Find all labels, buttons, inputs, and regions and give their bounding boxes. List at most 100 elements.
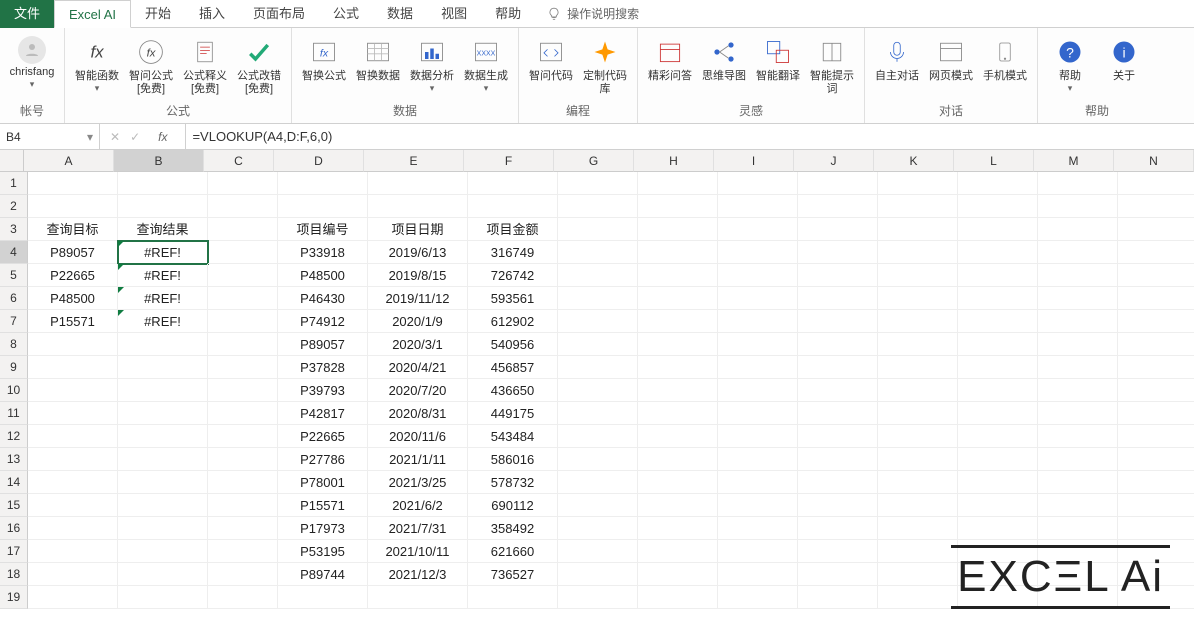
cell-I4[interactable] <box>718 241 798 264</box>
cell-J6[interactable] <box>798 287 878 310</box>
cell-I9[interactable] <box>718 356 798 379</box>
cell-I1[interactable] <box>718 172 798 195</box>
cell-D6[interactable]: P46430 <box>278 287 368 310</box>
cell-C18[interactable] <box>208 563 278 586</box>
cell-K11[interactable] <box>878 402 958 425</box>
cell-A9[interactable] <box>28 356 118 379</box>
cell-B3[interactable]: 查询结果 <box>118 218 208 241</box>
cell-J19[interactable] <box>798 586 878 609</box>
ask-formula-button[interactable]: fx 智问公式 [免费] <box>127 34 175 96</box>
cell-E7[interactable]: 2020/1/9 <box>368 310 468 333</box>
cell-G3[interactable] <box>558 218 638 241</box>
cell-E2[interactable] <box>368 195 468 218</box>
enter-icon[interactable]: ✓ <box>130 130 140 144</box>
cell-N5[interactable] <box>1118 264 1194 287</box>
cell-H7[interactable] <box>638 310 718 333</box>
cell-C9[interactable] <box>208 356 278 379</box>
ask-code-button[interactable]: 智问代码 <box>527 34 575 83</box>
cell-D1[interactable] <box>278 172 368 195</box>
cell-F3[interactable]: 项目金额 <box>468 218 558 241</box>
cell-F11[interactable]: 449175 <box>468 402 558 425</box>
tab-view[interactable]: 视图 <box>427 0 481 28</box>
row-header-19[interactable]: 19 <box>0 586 28 609</box>
cell-L6[interactable] <box>958 287 1038 310</box>
cell-M10[interactable] <box>1038 379 1118 402</box>
cell-A18[interactable] <box>28 563 118 586</box>
cell-I5[interactable] <box>718 264 798 287</box>
account-button[interactable]: chrisfang ▾ <box>8 34 56 90</box>
cell-M3[interactable] <box>1038 218 1118 241</box>
web-mode-button[interactable]: 网页模式 <box>927 34 975 83</box>
cell-I19[interactable] <box>718 586 798 609</box>
cell-K2[interactable] <box>878 195 958 218</box>
cell-B12[interactable] <box>118 425 208 448</box>
cell-G17[interactable] <box>558 540 638 563</box>
cell-M14[interactable] <box>1038 471 1118 494</box>
cell-N7[interactable] <box>1118 310 1194 333</box>
cell-H17[interactable] <box>638 540 718 563</box>
col-header-B[interactable]: B <box>114 150 204 172</box>
cell-M8[interactable] <box>1038 333 1118 356</box>
row-header-7[interactable]: 7 <box>0 310 28 333</box>
col-header-A[interactable]: A <box>24 150 114 172</box>
cell-M11[interactable] <box>1038 402 1118 425</box>
cell-H15[interactable] <box>638 494 718 517</box>
cell-D18[interactable]: P89744 <box>278 563 368 586</box>
cell-M9[interactable] <box>1038 356 1118 379</box>
cell-A11[interactable] <box>28 402 118 425</box>
cell-A5[interactable]: P22665 <box>28 264 118 287</box>
cell-A7[interactable]: P15571 <box>28 310 118 333</box>
cell-E10[interactable]: 2020/7/20 <box>368 379 468 402</box>
cell-C5[interactable] <box>208 264 278 287</box>
cell-F7[interactable]: 612902 <box>468 310 558 333</box>
cell-C16[interactable] <box>208 517 278 540</box>
cell-K7[interactable] <box>878 310 958 333</box>
cell-N9[interactable] <box>1118 356 1194 379</box>
cell-M4[interactable] <box>1038 241 1118 264</box>
cell-A6[interactable]: P48500 <box>28 287 118 310</box>
row-header-16[interactable]: 16 <box>0 517 28 540</box>
cell-B2[interactable] <box>118 195 208 218</box>
row-header-4[interactable]: 4 <box>0 241 28 264</box>
cell-G11[interactable] <box>558 402 638 425</box>
cell-D10[interactable]: P39793 <box>278 379 368 402</box>
col-header-H[interactable]: H <box>634 150 714 172</box>
cell-E11[interactable]: 2020/8/31 <box>368 402 468 425</box>
cell-G2[interactable] <box>558 195 638 218</box>
cell-B8[interactable] <box>118 333 208 356</box>
cell-F15[interactable]: 690112 <box>468 494 558 517</box>
cell-F6[interactable]: 593561 <box>468 287 558 310</box>
cell-N2[interactable] <box>1118 195 1194 218</box>
cell-J2[interactable] <box>798 195 878 218</box>
cell-J7[interactable] <box>798 310 878 333</box>
cell-E17[interactable]: 2021/10/11 <box>368 540 468 563</box>
cell-L1[interactable] <box>958 172 1038 195</box>
translate-button[interactable]: 智能翻译 <box>754 34 802 83</box>
cell-E15[interactable]: 2021/6/2 <box>368 494 468 517</box>
cell-K19[interactable] <box>878 586 958 609</box>
cell-F12[interactable]: 543484 <box>468 425 558 448</box>
tab-start[interactable]: 开始 <box>131 0 185 28</box>
cell-E1[interactable] <box>368 172 468 195</box>
cell-B14[interactable] <box>118 471 208 494</box>
cell-G8[interactable] <box>558 333 638 356</box>
mobile-mode-button[interactable]: 手机模式 <box>981 34 1029 83</box>
cell-L12[interactable] <box>958 425 1038 448</box>
cell-J10[interactable] <box>798 379 878 402</box>
cell-C17[interactable] <box>208 540 278 563</box>
cell-K17[interactable] <box>878 540 958 563</box>
cell-C2[interactable] <box>208 195 278 218</box>
row-header-15[interactable]: 15 <box>0 494 28 517</box>
cell-J16[interactable] <box>798 517 878 540</box>
cell-M12[interactable] <box>1038 425 1118 448</box>
cell-A1[interactable] <box>28 172 118 195</box>
cell-E18[interactable]: 2021/12/3 <box>368 563 468 586</box>
cell-M1[interactable] <box>1038 172 1118 195</box>
cell-J11[interactable] <box>798 402 878 425</box>
cell-E19[interactable] <box>368 586 468 609</box>
cell-C15[interactable] <box>208 494 278 517</box>
tab-layout[interactable]: 页面布局 <box>239 0 319 28</box>
cell-D14[interactable]: P78001 <box>278 471 368 494</box>
cell-D5[interactable]: P48500 <box>278 264 368 287</box>
cell-C14[interactable] <box>208 471 278 494</box>
